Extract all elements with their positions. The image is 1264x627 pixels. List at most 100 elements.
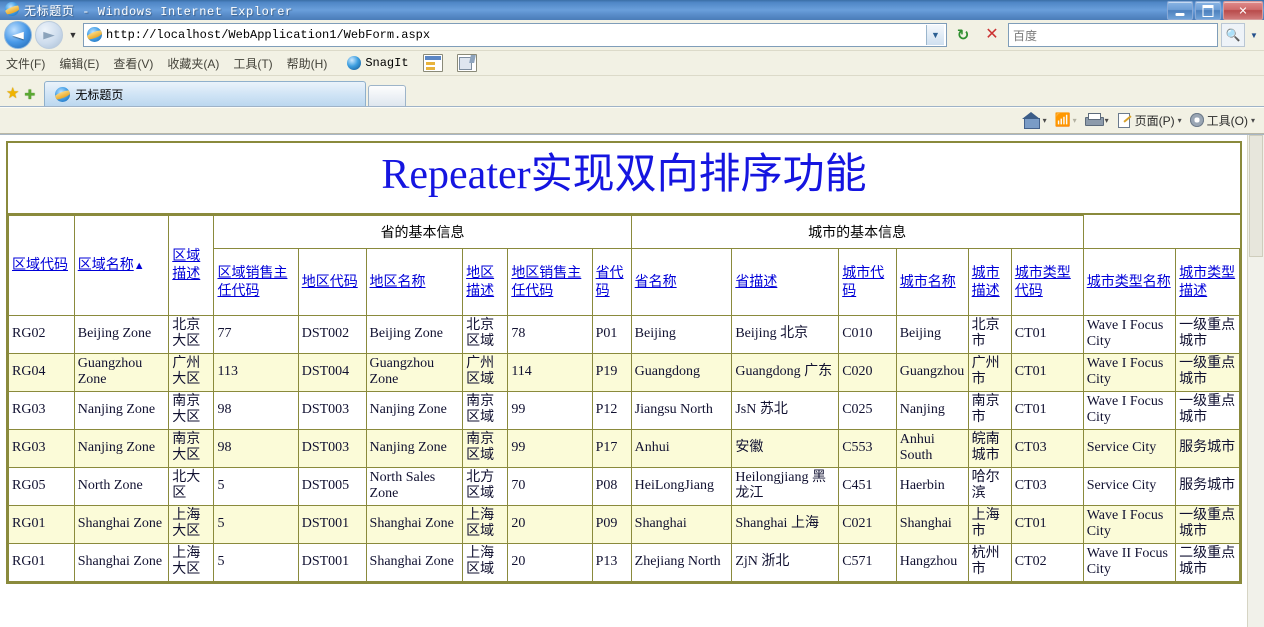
- search-input[interactable]: 百度: [1008, 23, 1218, 47]
- sort-link-province-code[interactable]: 省代码: [596, 264, 624, 298]
- table-cell: Beijing 北京: [731, 314, 840, 354]
- menu-item-file[interactable]: 文件(F): [6, 55, 45, 72]
- menu-item-view[interactable]: 查看(V): [113, 55, 153, 72]
- refresh-button[interactable]: ↻: [950, 22, 976, 48]
- sort-link-region-sales-director-code[interactable]: 区域销售主任代码: [217, 264, 287, 298]
- table-cell: C553: [838, 428, 897, 468]
- menu-item-edit[interactable]: 编辑(E): [59, 55, 99, 72]
- header-city-type-desc[interactable]: 城市类型描述: [1175, 247, 1240, 316]
- feeds-caret-icon[interactable]: ▾: [1073, 116, 1077, 125]
- table-cell: 5: [213, 504, 299, 544]
- sort-link-district-desc[interactable]: 地区描述: [466, 264, 494, 298]
- header-city-type-name[interactable]: 城市类型名称: [1082, 247, 1177, 316]
- tools-caret-icon[interactable]: ▾: [1251, 116, 1255, 125]
- header-district-sales-director-code[interactable]: 地区销售主任代码: [507, 247, 593, 316]
- table-cell: P13: [591, 542, 632, 582]
- header-district-code[interactable]: 地区代码: [297, 247, 367, 316]
- sort-link-district-code[interactable]: 地区代码: [302, 273, 358, 289]
- table-cell: Shanghai Zone: [73, 542, 170, 582]
- table-cell: Service City: [1082, 428, 1177, 468]
- header-district-name[interactable]: 地区名称: [365, 247, 464, 316]
- search-button[interactable]: 🔍: [1221, 23, 1245, 47]
- sort-link-region-desc[interactable]: 区域描述: [172, 247, 200, 281]
- url-dropdown-icon[interactable]: ▼: [926, 25, 944, 45]
- header-region-name[interactable]: 区域名称▲: [73, 214, 170, 316]
- menu-item-help[interactable]: 帮助(H): [287, 55, 328, 72]
- table-cell: JsN 苏北: [731, 390, 840, 430]
- table-cell: 上海区域: [462, 542, 509, 582]
- add-to-favorites-icon[interactable]: ✚: [24, 88, 35, 101]
- forward-button[interactable]: ►: [35, 21, 63, 49]
- sort-link-district-name[interactable]: 地区名称: [370, 273, 426, 289]
- table-cell: P12: [591, 390, 632, 430]
- page-menu-button[interactable]: 页面(P) ▾: [1114, 111, 1185, 130]
- close-button[interactable]: ✕: [1223, 1, 1263, 20]
- snagit-button[interactable]: SnagIt: [347, 56, 409, 70]
- table-cell: 20: [507, 542, 593, 582]
- table-cell: 一级重点城市: [1175, 314, 1240, 354]
- sort-link-city-name[interactable]: 城市名称: [900, 273, 956, 289]
- table-cell: 南京区域: [462, 428, 509, 468]
- table-cell: 上海大区: [168, 504, 215, 544]
- sort-link-city-type-desc[interactable]: 城市类型描述: [1179, 264, 1235, 298]
- table-cell: Nanjing: [895, 390, 969, 430]
- url-text[interactable]: http://localhost/WebApplication1/WebForm…: [106, 28, 926, 42]
- table-cell: P01: [591, 314, 632, 354]
- menu-item-favorites[interactable]: 收藏夹(A): [167, 55, 219, 72]
- url-bar[interactable]: http://localhost/WebApplication1/WebForm…: [83, 23, 947, 47]
- menu-item-tools[interactable]: 工具(T): [233, 55, 272, 72]
- table-cell: 南京市: [967, 390, 1012, 430]
- header-province-desc[interactable]: 省描述: [731, 247, 840, 316]
- sort-link-city-type-code[interactable]: 城市类型代码: [1015, 264, 1071, 298]
- sort-link-city-type-name[interactable]: 城市类型名称: [1087, 273, 1171, 289]
- header-province-name[interactable]: 省名称: [630, 247, 733, 316]
- header-city-name[interactable]: 城市名称: [895, 247, 969, 316]
- page-content: Repeater实现双向排序功能 区域代码 区域名称▲ 区域描述 省的基本信息 …: [0, 135, 1264, 584]
- search-provider-dropdown[interactable]: ▼: [1248, 31, 1260, 40]
- header-region-desc[interactable]: 区域描述: [168, 214, 215, 316]
- table-cell: CT03: [1010, 466, 1084, 506]
- close-icon: ✕: [1238, 4, 1248, 17]
- page-vertical-scrollbar[interactable]: [1247, 135, 1264, 627]
- new-tab-button[interactable]: [368, 85, 407, 106]
- tab-untitled-page[interactable]: 无标题页: [44, 81, 367, 106]
- minimize-button[interactable]: [1167, 1, 1193, 20]
- sort-link-province-name[interactable]: 省名称: [635, 273, 677, 289]
- back-arrow-icon: ◄: [12, 25, 24, 44]
- header-district-desc[interactable]: 地区描述: [462, 247, 509, 316]
- sort-link-region-name[interactable]: 区域名称: [78, 256, 134, 272]
- favorites-star-icon[interactable]: ★: [6, 86, 19, 101]
- home-caret-icon[interactable]: ▾: [1043, 116, 1047, 125]
- table-cell: 70: [507, 466, 593, 506]
- header-province-code[interactable]: 省代码: [591, 247, 632, 316]
- table-cell: North Zone: [73, 466, 170, 506]
- stop-button[interactable]: ✕: [979, 22, 1005, 48]
- sort-link-region-code[interactable]: 区域代码: [12, 256, 68, 272]
- snagit-capture-icon[interactable]: [422, 54, 443, 72]
- back-button[interactable]: ◄: [4, 21, 32, 49]
- sort-link-province-desc[interactable]: 省描述: [735, 273, 777, 289]
- header-region-sales-director-code[interactable]: 区域销售主任代码: [213, 247, 299, 316]
- rss-icon: 📶: [1054, 112, 1071, 127]
- feeds-button[interactable]: 📶 ▾: [1052, 112, 1080, 128]
- header-city-type-code[interactable]: 城市类型代码: [1010, 247, 1084, 316]
- print-button[interactable]: ▾: [1082, 112, 1112, 128]
- browser-window: 无标题页 - Windows Internet Explorer ✕ ◄ ► ▼…: [0, 0, 1264, 627]
- scrollbar-thumb[interactable]: [1249, 135, 1263, 257]
- header-region-code[interactable]: 区域代码: [8, 214, 75, 316]
- sort-link-city-desc[interactable]: 城市描述: [972, 264, 1000, 298]
- tools-menu-button[interactable]: 工具(O) ▾: [1187, 111, 1258, 130]
- home-button[interactable]: ▾: [1020, 111, 1050, 129]
- sort-link-district-sales-director-code[interactable]: 地区销售主任代码: [511, 264, 581, 298]
- page-caret-icon[interactable]: ▾: [1178, 116, 1182, 125]
- sort-link-city-code[interactable]: 城市代码: [842, 264, 884, 298]
- table-cell: 北方区域: [462, 466, 509, 506]
- print-caret-icon[interactable]: ▾: [1105, 116, 1109, 125]
- header-city-desc[interactable]: 城市描述: [967, 247, 1012, 316]
- snagit-editor-icon[interactable]: [456, 54, 477, 72]
- group-header-city: 城市的基本信息: [630, 214, 1084, 249]
- history-dropdown-button[interactable]: ▼: [66, 30, 80, 40]
- home-icon: [1021, 111, 1040, 129]
- maximize-button[interactable]: [1195, 1, 1221, 20]
- header-city-code[interactable]: 城市代码: [838, 247, 897, 316]
